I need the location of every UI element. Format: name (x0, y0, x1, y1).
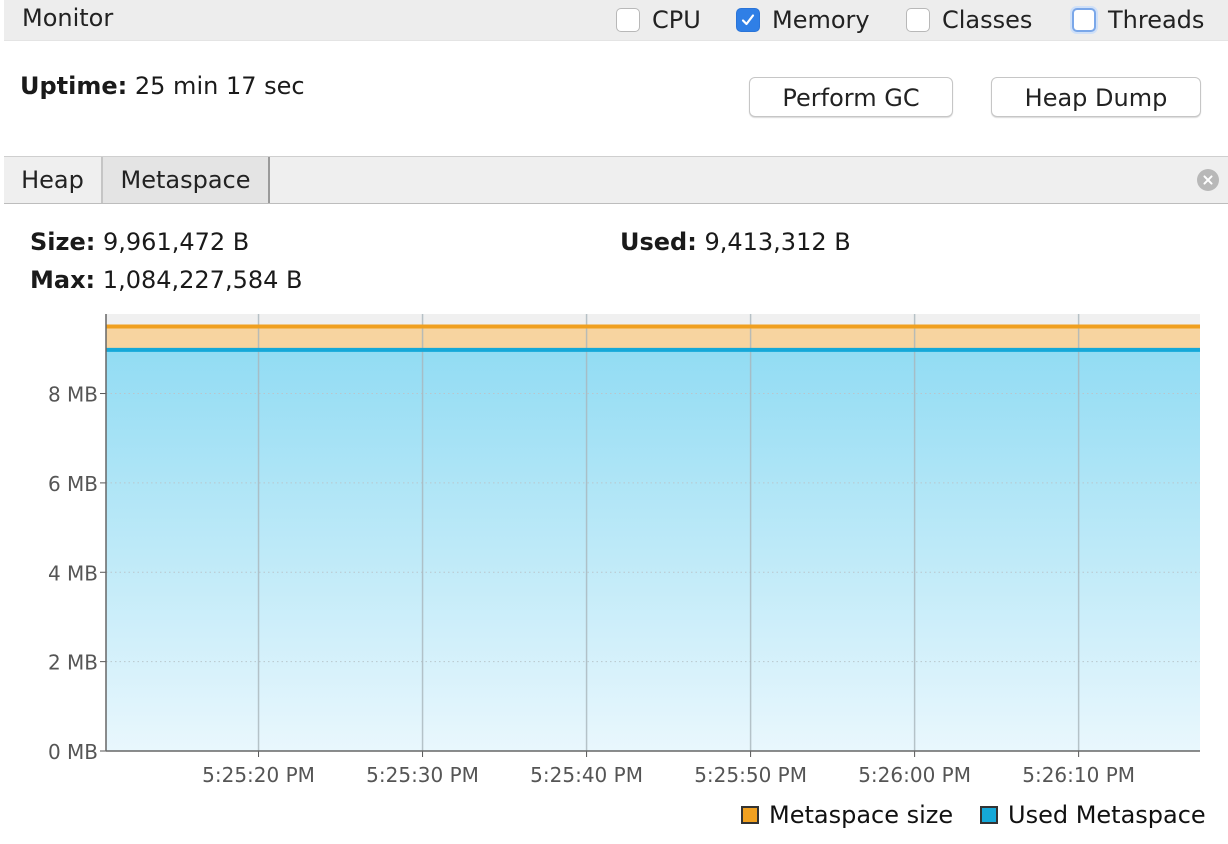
legend-swatch-metaspace-size (741, 806, 759, 824)
x-tick-label: 5:25:50 PM (694, 763, 807, 787)
legend-metaspace-size: Metaspace size (741, 800, 953, 830)
legend-label-metaspace-size: Metaspace size (769, 801, 954, 829)
y-tick-label: 6 MB (48, 472, 98, 496)
y-tick-label: 8 MB (48, 383, 98, 407)
used-metaspace-area (106, 349, 1200, 751)
metaspace-chart: 0 MB 2 MB 4 MB 6 MB 8 MB 5:25:20 PM 5:25:30 PM… (48, 314, 1200, 787)
y-tick-label: 2 MB (48, 651, 98, 675)
x-tick-label: 5:25:20 PM (202, 763, 315, 787)
legend-used-metaspace: Used Metaspace (980, 800, 1206, 830)
y-tick-label: 4 MB (48, 561, 98, 585)
x-tick-label: 5:26:10 PM (1022, 763, 1135, 787)
y-tick-label: 0 MB (48, 740, 98, 764)
x-tick-label: 5:26:00 PM (858, 763, 971, 787)
x-tick-label: 5:25:40 PM (530, 763, 643, 787)
x-tick-label: 5:25:30 PM (366, 763, 479, 787)
legend-swatch-used-metaspace (980, 806, 998, 824)
legend-label-used-metaspace: Used Metaspace (1008, 801, 1206, 829)
